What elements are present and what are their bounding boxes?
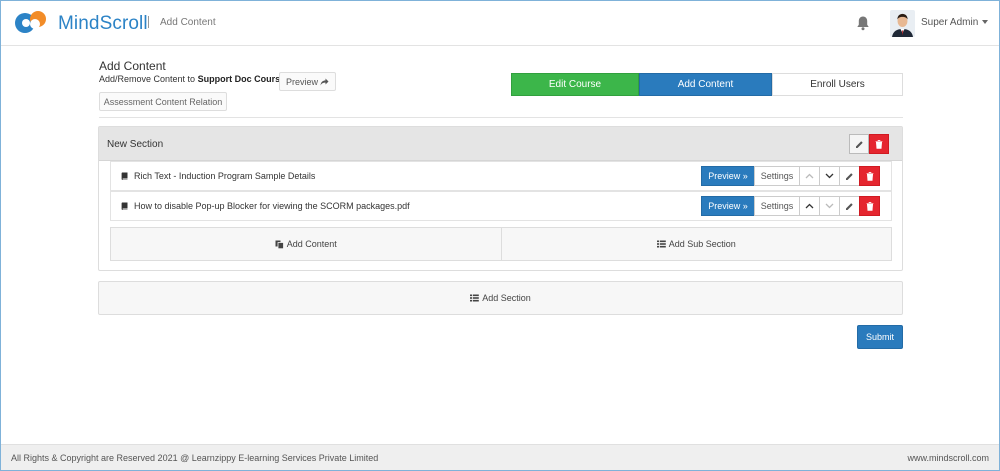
edit-item-button[interactable] — [839, 166, 860, 186]
section-header: New Section — [99, 127, 902, 161]
move-up-button[interactable] — [799, 196, 820, 216]
footer: All Rights & Copyright are Reserved 2021… — [1, 444, 999, 470]
delete-item-button[interactable] — [859, 196, 880, 216]
avatar[interactable] — [890, 10, 915, 37]
trash-icon — [875, 139, 883, 149]
list-icon — [470, 294, 480, 302]
delete-item-button[interactable] — [859, 166, 880, 186]
book-icon — [121, 172, 128, 180]
section-add-row: Add Content Add Sub Section — [110, 227, 892, 261]
user-menu[interactable]: Super Admin — [921, 17, 989, 28]
trash-icon — [866, 171, 873, 181]
section-title: New Section — [107, 139, 164, 150]
chevron-down-icon — [825, 173, 834, 179]
content-item-actions: Preview » Settings — [701, 196, 880, 216]
caret-down-icon — [982, 20, 989, 25]
footer-website-link[interactable]: www.mindscroll.com — [907, 453, 989, 463]
item-preview-button[interactable]: Preview » — [701, 196, 755, 216]
content-item-label: How to disable Pop-up Blocker for viewin… — [134, 201, 410, 211]
edit-item-button[interactable] — [839, 196, 860, 216]
course-preview-button[interactable]: Preview — [279, 72, 336, 91]
delete-section-button[interactable] — [869, 134, 889, 154]
bell-icon[interactable] — [856, 15, 870, 31]
item-settings-button[interactable]: Settings — [754, 196, 800, 216]
user-name: Super Admin — [921, 17, 979, 28]
add-sub-section-label: Add Sub Section — [668, 239, 736, 249]
subtitle-prefix: Add/Remove Content to — [99, 74, 196, 84]
brand-name: MindScroll — [58, 13, 148, 34]
add-sub-section-button[interactable]: Add Sub Section — [500, 228, 891, 260]
top-navbar: MindScroll Add Content Super Admin — [1, 1, 999, 46]
submit-button[interactable]: Submit — [857, 325, 903, 349]
add-content-label: Add Content — [286, 239, 337, 249]
header-divider — [148, 16, 149, 28]
move-down-button[interactable] — [819, 196, 840, 216]
book-icon — [121, 202, 128, 210]
item-preview-button[interactable]: Preview » — [701, 166, 755, 186]
breadcrumb: Add Content — [160, 17, 216, 28]
content-item-title: How to disable Pop-up Blocker for viewin… — [121, 201, 410, 211]
trash-icon — [866, 201, 873, 211]
content-item-actions: Preview » Settings — [701, 166, 880, 186]
content-item-title: Rich Text - Induction Program Sample Det… — [121, 171, 315, 181]
course-section: New Section Rich Text - Induction Progra… — [98, 126, 903, 271]
item-settings-button[interactable]: Settings — [754, 166, 800, 186]
tab-add-content[interactable]: Add Content — [639, 73, 772, 96]
footer-copyright: All Rights & Copyright are Reserved 2021… — [11, 453, 379, 463]
list-icon — [656, 240, 666, 248]
header-divider-line — [99, 117, 903, 118]
add-content-button[interactable]: Add Content — [111, 228, 501, 260]
pencil-icon — [846, 202, 853, 210]
copy-icon — [275, 240, 284, 249]
content-item: Rich Text - Induction Program Sample Det… — [110, 161, 892, 191]
edit-section-button[interactable] — [849, 134, 869, 154]
content-item: How to disable Pop-up Blocker for viewin… — [110, 191, 892, 221]
chevron-down-icon — [825, 203, 834, 209]
move-up-button[interactable] — [799, 166, 820, 186]
page-subtitle: Add/Remove Content to Support Doc Course — [99, 74, 285, 84]
chevron-up-icon — [805, 173, 814, 179]
tab-edit-course[interactable]: Edit Course — [511, 73, 639, 96]
pencil-icon — [846, 172, 853, 180]
content-item-label: Rich Text - Induction Program Sample Det… — [134, 171, 316, 181]
assessment-relation-button[interactable]: Assessment Content Relation — [99, 92, 227, 111]
preview-label: Preview — [285, 76, 318, 87]
pencil-icon — [855, 140, 863, 148]
chevron-up-icon — [805, 203, 814, 209]
tab-enroll-users[interactable]: Enroll Users — [772, 73, 903, 96]
logo-mark-icon — [15, 11, 46, 33]
course-name: Support Doc Course — [197, 74, 286, 84]
course-tabs: Edit Course Add Content Enroll Users — [511, 73, 903, 96]
move-down-button[interactable] — [819, 166, 840, 186]
share-icon — [320, 78, 329, 85]
add-section-label: Add Section — [482, 293, 531, 303]
page-title: Add Content — [99, 59, 166, 73]
add-section-button[interactable]: Add Section — [98, 281, 903, 315]
